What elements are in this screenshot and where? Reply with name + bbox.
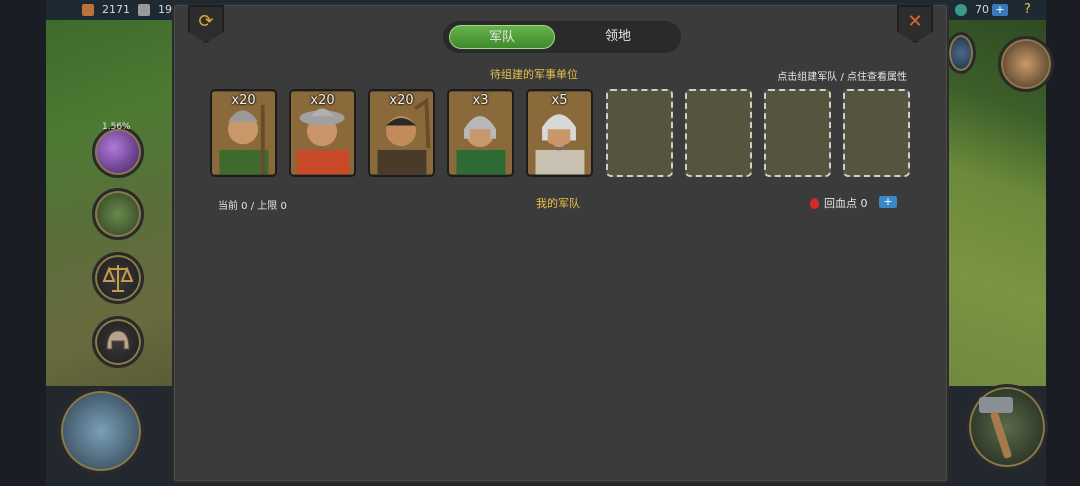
refresh-icon: ⟳ [198,11,214,32]
gems-value: 70 [975,3,989,16]
hammer-icon [979,397,1013,459]
add-heal-button[interactable]: + [879,196,897,208]
gem-icon [955,4,967,16]
tab-army[interactable]: 军队 [449,25,555,49]
empty-slot-2[interactable] [685,89,752,177]
map-button[interactable] [92,188,144,240]
refresh-button[interactable]: ⟳ [188,5,224,43]
empty-slot-3[interactable] [764,89,831,177]
empty-slot-1[interactable] [606,89,673,177]
unit-slot-5[interactable]: x5 [526,89,593,177]
blueprint-button[interactable] [58,388,144,474]
unit-count: x3 [472,93,489,108]
army-capacity: 当前 0 / 上限 0 [218,201,287,212]
my-army-title: 我的军队 [536,197,580,210]
close-icon: ✕ [907,11,923,32]
tab-territory[interactable]: 领地 [565,25,671,49]
unit-count: x20 [231,93,256,108]
unit-count: x20 [310,93,335,108]
army-dialog: ⟳ ✕ 军队 领地 待组建的军事单位 点击组建军队 / 点住查看属性 x20 x… [172,3,949,483]
close-button[interactable]: ✕ [897,5,933,43]
unit-count: x5 [551,93,568,108]
tab-bar: 军队 领地 [443,21,681,53]
helmet-button[interactable] [92,316,144,368]
help-button[interactable]: ? [1024,2,1031,17]
advisor-avatar[interactable] [998,36,1054,92]
add-gems-button[interactable]: + [992,4,1008,16]
resource-2-value: 19 [158,3,172,16]
wood-icon [82,4,94,16]
unit-slot-1[interactable]: x20 [210,89,277,177]
unit-slot-4[interactable]: x3 [447,89,514,177]
unit-slot-2[interactable]: x20 [289,89,356,177]
progress-percent: 1.56% [102,122,131,132]
empty-slot-4[interactable] [843,89,910,177]
heal-label: 回血点 [824,197,857,210]
stone-icon [138,4,150,16]
queue-title: 待组建的军事单位 [490,68,578,81]
justice-scale-button[interactable] [92,252,144,304]
resource-1-value: 2171 [102,3,130,16]
instruction-hint: 点击组建军队 / 点住查看属性 [777,72,907,83]
left-margin [0,0,46,486]
right-side-button[interactable] [946,32,976,74]
helmet-icon [106,330,130,350]
build-hammer-button[interactable] [966,384,1048,470]
heal-points: 回血点 0 [824,195,868,211]
unit-slot-3[interactable]: x20 [368,89,435,177]
heal-value: 0 [860,197,868,210]
unit-count: x20 [389,93,414,108]
blood-drop-icon [810,198,819,209]
scale-icon [102,265,134,292]
magic-orb-button[interactable] [92,126,144,178]
